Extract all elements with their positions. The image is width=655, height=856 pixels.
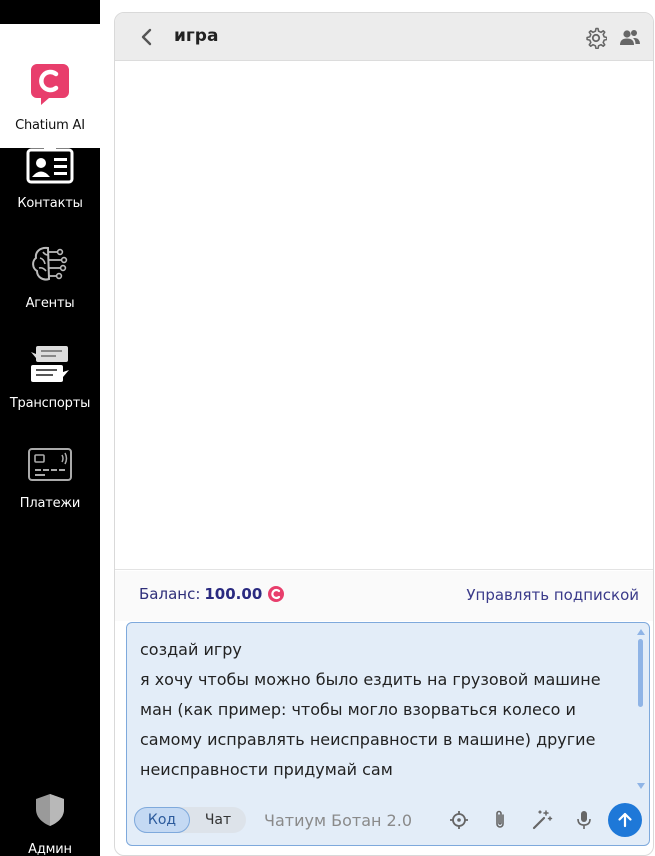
sidebar-item-label: Платежи — [19, 496, 81, 511]
scroll-down-arrow-icon[interactable] — [637, 783, 645, 789]
balance-label: Баланс: — [139, 585, 201, 603]
sidebar: Chatium AI Контакты Агенты Транспорты Пл… — [0, 0, 100, 856]
manage-subscription-link[interactable]: Управлять подпиской — [466, 586, 639, 604]
sidebar-item-agents[interactable]: Агенты — [0, 224, 100, 324]
microphone-icon — [577, 811, 591, 829]
chevron-left-icon — [141, 28, 152, 46]
message-stack-icon — [26, 342, 74, 386]
gear-icon — [586, 27, 607, 49]
sidebar-item-label: Контакты — [17, 196, 83, 211]
composer-scrollbar[interactable] — [637, 629, 645, 789]
paperclip-icon — [496, 810, 504, 828]
members-button[interactable] — [619, 27, 641, 49]
sidebar-item-label: Админ — [28, 842, 72, 856]
magic-wand-button[interactable] — [531, 809, 553, 831]
users-icon — [620, 30, 640, 45]
sidebar-item-contacts[interactable]: Контакты — [0, 124, 100, 224]
scroll-up-arrow-icon[interactable] — [637, 629, 645, 635]
chatium-coin-icon — [267, 585, 285, 603]
message-list — [115, 61, 653, 570]
attach-button[interactable] — [489, 809, 511, 831]
sidebar-item-admin[interactable]: Админ — [0, 770, 100, 856]
back-button[interactable] — [135, 25, 157, 49]
mode-code-option[interactable]: Код — [134, 807, 190, 833]
microphone-button[interactable] — [573, 809, 595, 831]
send-button[interactable] — [608, 803, 642, 837]
mode-toggle: Код Чат — [134, 807, 246, 833]
contacts-card-icon — [26, 142, 74, 186]
sidebar-item-label: Агенты — [25, 296, 75, 311]
magic-wand-icon — [532, 810, 553, 830]
arrow-up-icon — [618, 812, 632, 828]
chatium-logo-icon — [26, 62, 74, 106]
balance: Баланс: 100.00 — [139, 585, 285, 603]
mode-chat-option[interactable]: Чат — [190, 807, 246, 833]
scroll-thumb[interactable] — [638, 639, 643, 707]
settings-button[interactable] — [585, 27, 607, 49]
chat-panel: игра Баланс: 100.00 Управлять подпиской … — [114, 12, 654, 856]
model-selector[interactable]: Чатиум Ботан 2.0 — [264, 811, 412, 830]
message-input[interactable]: создай игру я хочу чтобы можно было езди… — [140, 635, 630, 785]
page-title: игра — [174, 26, 219, 46]
sidebar-item-payments[interactable]: Платежи — [0, 424, 100, 524]
payment-card-icon — [26, 442, 74, 486]
crosshair-icon — [450, 811, 468, 829]
sidebar-item-transports[interactable]: Транспорты — [0, 324, 100, 424]
sidebar-item-label: Транспорты — [9, 396, 91, 411]
balance-value: 100.00 — [204, 585, 263, 603]
shield-icon — [26, 788, 74, 832]
composer-toolbar: Код Чат Чатиум Ботан 2.0 — [127, 801, 651, 841]
balance-bar: Баланс: 100.00 Управлять подпиской — [115, 571, 653, 621]
brain-circuit-icon — [26, 242, 74, 286]
chat-header: игра — [115, 13, 653, 61]
message-composer[interactable]: создай игру я хочу чтобы можно было езди… — [126, 622, 650, 846]
target-button[interactable] — [448, 809, 470, 831]
